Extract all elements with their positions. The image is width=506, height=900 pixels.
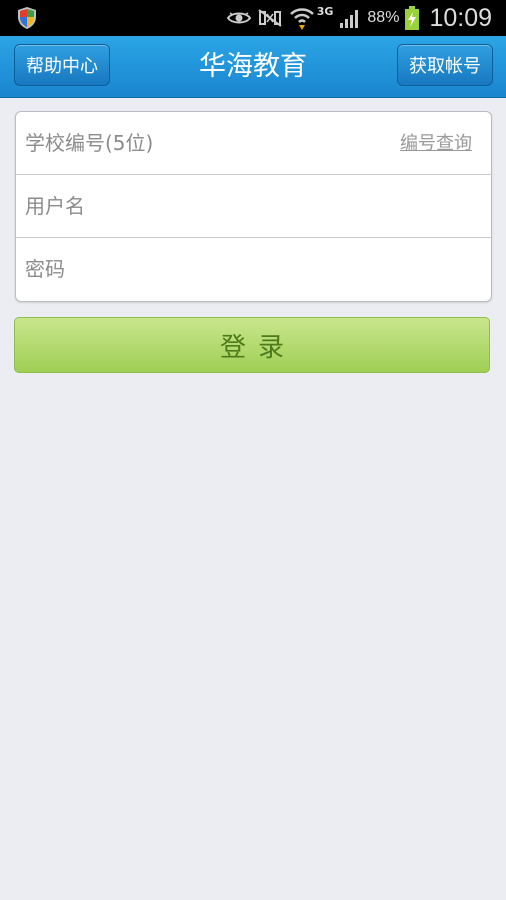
password-input[interactable] xyxy=(25,238,385,300)
wifi-icon xyxy=(289,8,314,30)
title-bar: 帮助中心 华海教育 获取帐号 xyxy=(0,36,506,98)
login-button[interactable]: 登录 xyxy=(14,317,490,373)
eye-icon xyxy=(226,12,251,24)
username-row xyxy=(16,175,491,237)
username-input[interactable] xyxy=(25,175,385,237)
get-account-button[interactable]: 获取帐号 xyxy=(397,44,493,86)
login-form: 编号查询 xyxy=(15,111,492,302)
password-row xyxy=(16,238,491,300)
code-lookup-link[interactable]: 编号查询 xyxy=(400,112,472,174)
shield-icon xyxy=(18,7,36,29)
battery-percent: 88% xyxy=(367,9,400,26)
school-code-input[interactable] xyxy=(25,112,385,174)
signal-icon xyxy=(340,10,359,28)
network-type: 3G xyxy=(316,4,334,18)
clock: 10:09 xyxy=(429,3,492,32)
status-bar: 3G 88% 10:09 xyxy=(0,0,506,36)
nfc-icon xyxy=(258,9,282,27)
school-code-row: 编号查询 xyxy=(16,112,491,174)
help-center-button[interactable]: 帮助中心 xyxy=(14,44,110,86)
battery-icon xyxy=(405,6,420,30)
